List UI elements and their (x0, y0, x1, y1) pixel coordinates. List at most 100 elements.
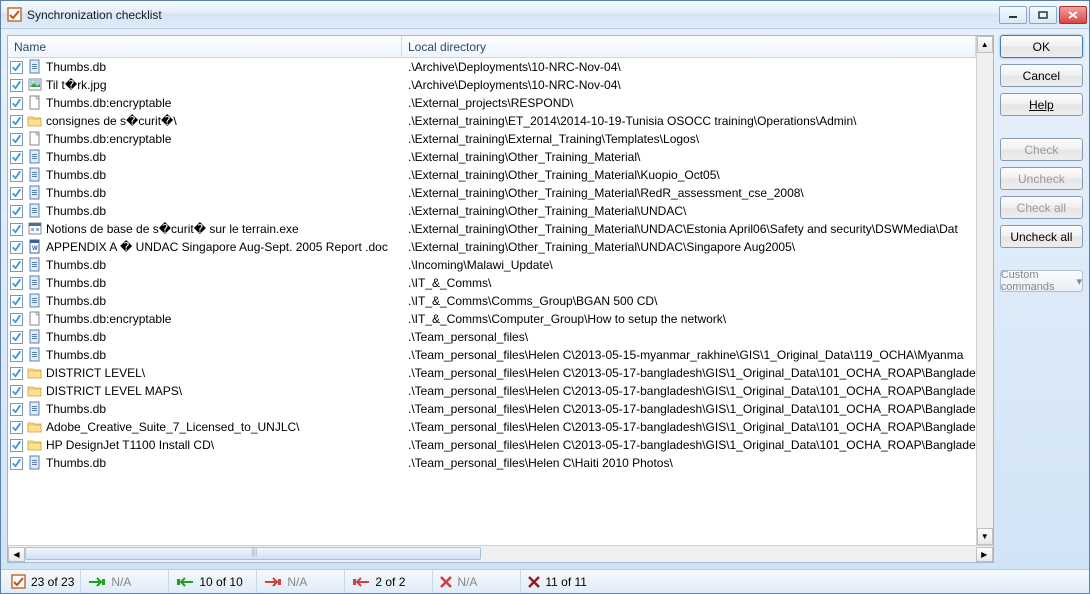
ok-button[interactable]: OK (1000, 35, 1083, 58)
col-header-name[interactable]: Name (8, 36, 402, 57)
arrow-left-red-icon (351, 576, 371, 588)
table-row[interactable]: Thumbs.db.\External_training\Other_Train… (8, 166, 976, 184)
row-checkbox[interactable] (10, 439, 23, 452)
table-row[interactable]: HP DesignJet T1100 Install CD\.\Team_per… (8, 436, 976, 454)
vertical-scrollbar[interactable]: ▲ ▼ (976, 36, 993, 545)
table-row[interactable]: APPENDIX A � UNDAC Singapore Aug-Sept. 2… (8, 238, 976, 256)
custom-commands-dropdown[interactable]: Custom commands ▾ (1000, 270, 1083, 292)
uncheck-label: Uncheck (1018, 172, 1065, 186)
table-row[interactable]: DISTRICT LEVEL MAPS\ .\Team_personal_file… (8, 382, 976, 400)
file-blue-icon (27, 257, 43, 273)
file-dir: .\External_training\External_Training\Te… (402, 132, 976, 146)
maximize-button[interactable] (1029, 6, 1057, 24)
file-dir: .\External_training\Other_Training_Mater… (402, 150, 976, 164)
horizontal-scrollbar[interactable]: ◀ ▶ (8, 545, 993, 562)
table-row[interactable]: Notions de base de s�curit� sur le terra… (8, 220, 976, 238)
table-row[interactable]: Thumbs.db.\Team_personal_files\Helen C\H… (8, 454, 976, 472)
row-checkbox[interactable] (10, 97, 23, 110)
arrow-right-green-icon (87, 576, 107, 588)
file-dir: .\Archive\Deployments\10-NRC-Nov-04\ (402, 60, 976, 74)
table-row[interactable]: Thumbs.db.\External_training\Other_Train… (8, 148, 976, 166)
table-row[interactable]: Thumbs.db:encryptable.\IT_&_Comms\Comput… (8, 310, 976, 328)
row-checkbox[interactable] (10, 457, 23, 470)
table-row[interactable]: Thumbs.db.\Incoming\Malawi_Update\ (8, 256, 976, 274)
file-name: DISTRICT LEVEL MAPS\ (46, 384, 182, 398)
folder-icon (27, 113, 43, 129)
file-dir: .\Archive\Deployments\10-NRC-Nov-04\ (402, 78, 976, 92)
col-header-dir[interactable]: Local directory (402, 36, 976, 57)
status-upload-upd-text: N/A (287, 575, 307, 589)
status-download-upd-text: 2 of 2 (375, 575, 405, 589)
row-checkbox[interactable] (10, 79, 23, 92)
file-dir: .\IT_&_Comms\Comms_Group\BGAN 500 CD\ (402, 294, 976, 308)
scroll-thumb[interactable] (25, 547, 481, 560)
row-checkbox[interactable] (10, 313, 23, 326)
file-icon (27, 131, 43, 147)
row-checkbox[interactable] (10, 61, 23, 74)
table-row[interactable]: Thumbs.db.\Team_personal_files\Helen C\2… (8, 400, 976, 418)
row-checkbox[interactable] (10, 205, 23, 218)
file-dir: .\Team_personal_files\Helen C\2013-05-17… (402, 438, 976, 452)
check-button[interactable]: Check (1000, 138, 1083, 161)
row-checkbox[interactable] (10, 133, 23, 146)
table-row[interactable]: Thumbs.db.\IT_&_Comms\ (8, 274, 976, 292)
row-checkbox[interactable] (10, 169, 23, 182)
file-name: Thumbs.db (46, 186, 106, 200)
table-row[interactable]: Thumbs.db.\Archive\Deployments\10-NRC-No… (8, 58, 976, 76)
row-checkbox[interactable] (10, 259, 23, 272)
row-checkbox[interactable] (10, 241, 23, 254)
row-checkbox[interactable] (10, 223, 23, 236)
table-row[interactable]: Thumbs.db.\Team_personal_files\ (8, 328, 976, 346)
table-row[interactable]: Thumbs.db:encryptable.\External_training… (8, 130, 976, 148)
scroll-down-icon[interactable]: ▼ (977, 528, 993, 545)
x-darkred-icon (527, 575, 541, 589)
row-checkbox[interactable] (10, 421, 23, 434)
row-checkbox[interactable] (10, 115, 23, 128)
row-checkbox[interactable] (10, 295, 23, 308)
scroll-up-icon[interactable]: ▲ (977, 36, 993, 53)
scroll-track-h[interactable] (25, 547, 976, 562)
uncheck-all-button[interactable]: Uncheck all (1000, 225, 1083, 248)
row-checkbox[interactable] (10, 349, 23, 362)
table-row[interactable]: consignes de s�curit�\.\External_trainin… (8, 112, 976, 130)
scroll-right-icon[interactable]: ▶ (976, 547, 993, 562)
row-checkbox[interactable] (10, 367, 23, 380)
cancel-button[interactable]: Cancel (1000, 64, 1083, 87)
help-button[interactable]: Help (1000, 93, 1083, 116)
table-row[interactable]: Thumbs.db:encryptable.\External_projects… (8, 94, 976, 112)
row-checkbox[interactable] (10, 187, 23, 200)
status-count-text: 23 of 23 (31, 575, 74, 589)
file-name: Thumbs.db (46, 258, 106, 272)
minimize-button[interactable] (999, 6, 1027, 24)
file-name: Thumbs.db (46, 294, 106, 308)
file-dir: .\IT_&_Comms\ (402, 276, 976, 290)
table-row[interactable]: Thumbs.db .\IT_&_Comms\Comms_Group\BGAN 5… (8, 292, 976, 310)
file-blue-icon (27, 401, 43, 417)
row-checkbox[interactable] (10, 385, 23, 398)
file-dir: .\Team_personal_files\Helen C\Haiti 2010… (402, 456, 976, 470)
checklist-icon (11, 574, 27, 590)
table-row[interactable]: Adobe_Creative_Suite_7_Licensed_to_UNJLC… (8, 418, 976, 436)
row-checkbox[interactable] (10, 331, 23, 344)
close-button[interactable] (1059, 6, 1087, 24)
row-checkbox[interactable] (10, 151, 23, 164)
file-name: Thumbs.db (46, 204, 106, 218)
file-name: Thumbs.db (46, 168, 106, 182)
folder-icon (27, 365, 43, 381)
table-row[interactable]: DISTRICT LEVEL\.\Team_personal_files\Hel… (8, 364, 976, 382)
check-all-button[interactable]: Check all (1000, 196, 1083, 219)
row-checkbox[interactable] (10, 403, 23, 416)
table-row[interactable]: Thumbs.db.\External_training\Other_Train… (8, 202, 976, 220)
table-row[interactable]: Til t�rk.jpg.\Archive\Deployments\10-NRC… (8, 76, 976, 94)
list-body[interactable]: Thumbs.db .\Archive\Deployments\10-NRC-No… (8, 58, 976, 545)
status-upload-new: N/A (81, 570, 169, 593)
scroll-track[interactable] (977, 53, 993, 528)
row-checkbox[interactable] (10, 277, 23, 290)
uncheck-button[interactable]: Uncheck (1000, 167, 1083, 190)
file-icon (27, 311, 43, 327)
scroll-left-icon[interactable]: ◀ (8, 547, 25, 562)
file-dir: .\Team_personal_files\Helen C\2013-05-17… (402, 384, 976, 398)
file-name: Thumbs.db (46, 348, 106, 362)
table-row[interactable]: Thumbs.db.\External_training\Other_Train… (8, 184, 976, 202)
table-row[interactable]: Thumbs.db.\Team_personal_files\Helen C\2… (8, 346, 976, 364)
